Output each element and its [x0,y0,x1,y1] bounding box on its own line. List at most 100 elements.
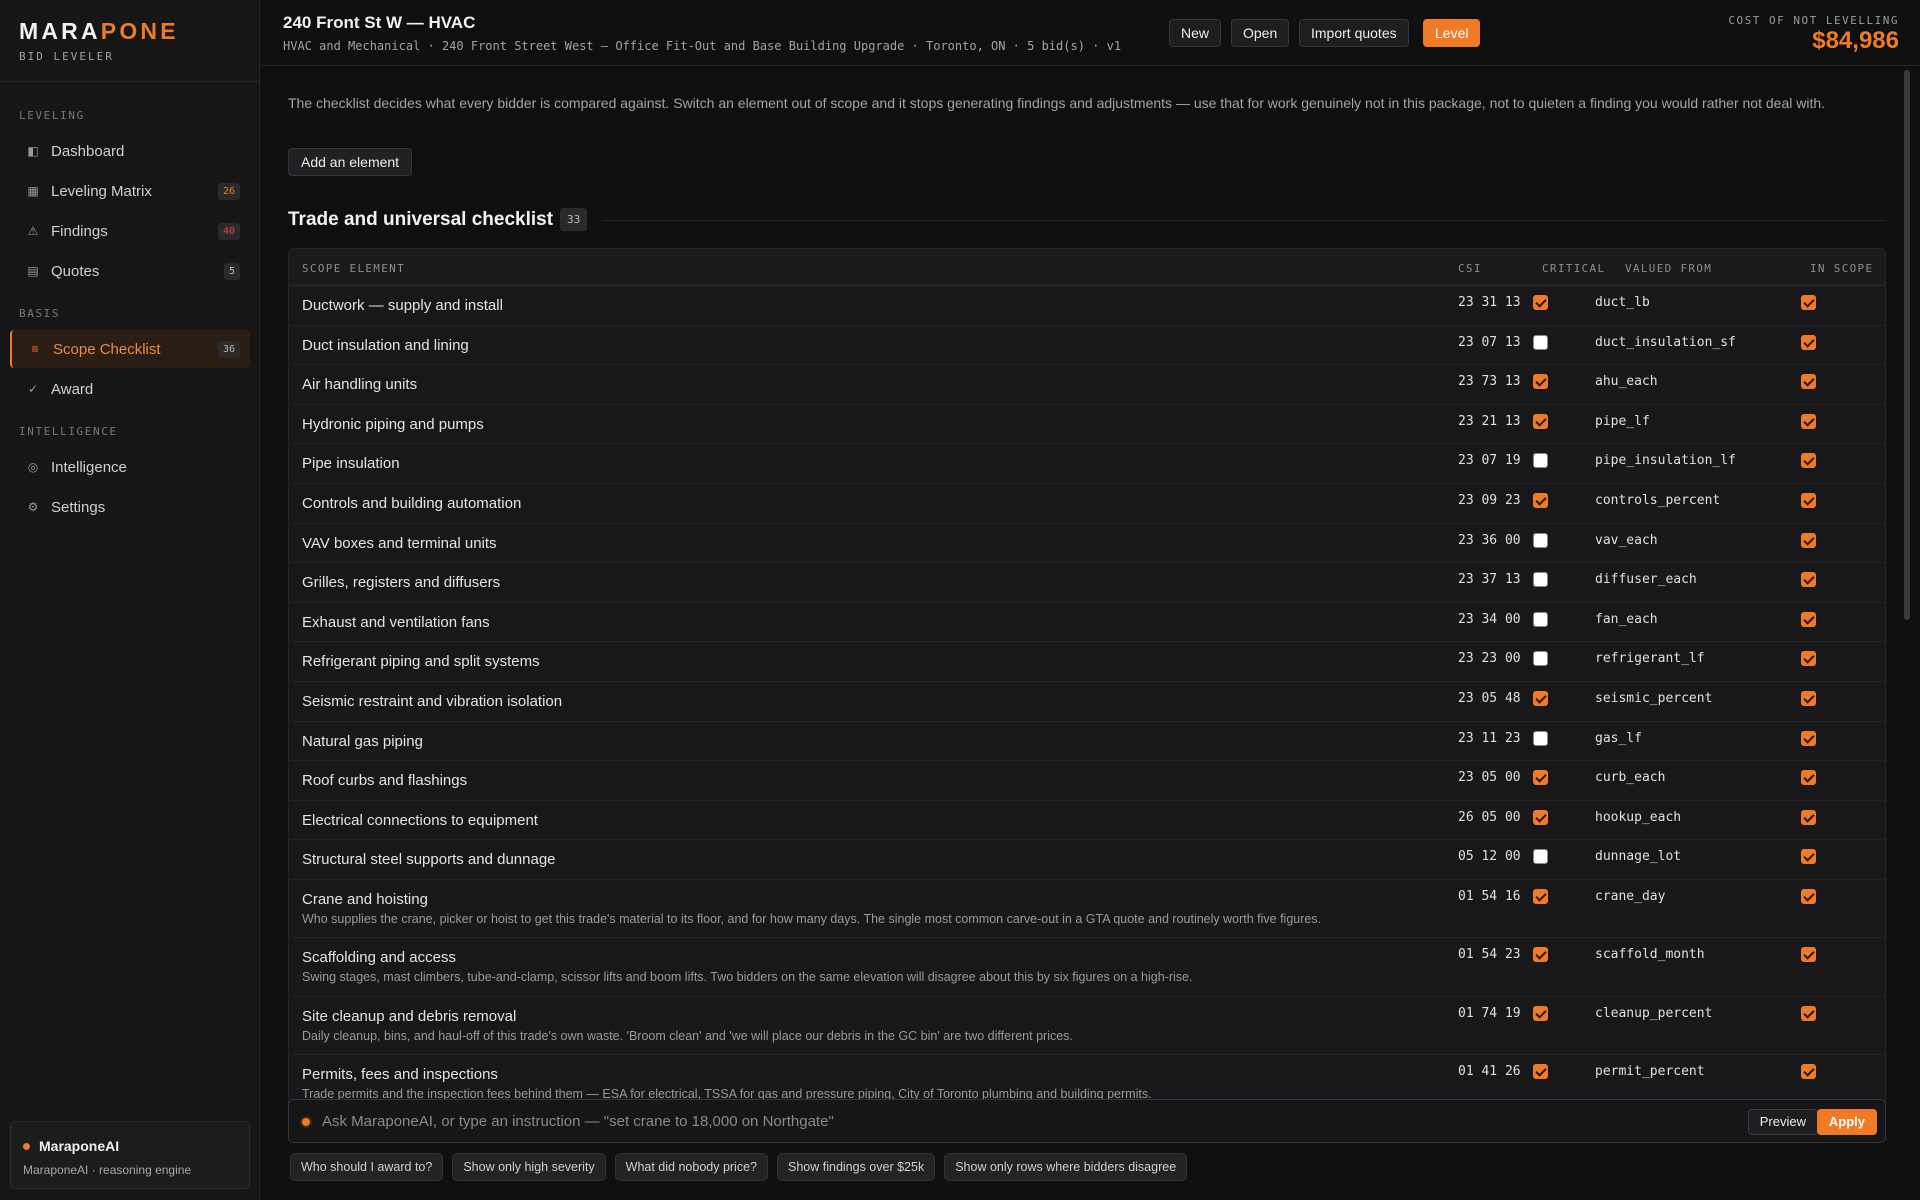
suggestion-chip[interactable]: Show only high severity [452,1153,606,1181]
import-quotes-button[interactable]: Import quotes [1299,19,1409,47]
new-button[interactable]: New [1169,19,1222,47]
header: 240 Front St W — HVAC HVAC and Mechanica… [261,0,1920,66]
critical-checkbox[interactable] [1533,690,1548,706]
brand-logo[interactable]: MARAPONE BID LEVELER [19,18,179,63]
cost-label: COST OF NOT LEVELLING [1728,14,1899,27]
sidebar-item-settings[interactable]: ⚙ Settings [10,488,250,526]
sidebar-item-scope-checklist[interactable]: ≡ Scope Checklist 36 [10,330,250,368]
grid-icon: ▦ [27,184,39,198]
in-scope-checkbox[interactable] [1801,888,1816,904]
scope-element-name: Pipe insulation [302,455,400,473]
critical-checkbox[interactable] [1533,730,1548,746]
in-scope-checkbox[interactable] [1801,572,1816,588]
csi-code: 23 09 23 [1458,492,1521,508]
sidebar-item-quotes[interactable]: ▤ Quotes 5 [10,252,250,290]
table-row: Exhaust and ventilation fans 23 34 00 fan_… [289,603,1885,643]
critical-checkbox[interactable] [1533,888,1548,904]
table-row: Natural gas piping 23 11 23 gas_lf [289,722,1885,762]
csi-code: 01 74 19 [1458,1005,1521,1021]
in-scope-checkbox[interactable] [1801,947,1816,963]
critical-checkbox[interactable] [1533,572,1548,588]
critical-checkbox[interactable] [1533,532,1548,548]
scrollbar-thumb[interactable] [1904,70,1910,620]
sidebar-item-label: Quotes [51,262,100,280]
in-scope-checkbox[interactable] [1801,492,1816,508]
valued-from: refrigerant_lf [1595,651,1705,667]
apply-button[interactable]: Apply [1816,1109,1877,1135]
valued-from: ahu_each [1595,374,1658,390]
critical-checkbox[interactable] [1533,413,1548,429]
critical-checkbox[interactable] [1533,651,1548,667]
in-scope-checkbox[interactable] [1801,849,1816,865]
critical-checkbox[interactable] [1533,770,1548,786]
critical-checkbox[interactable] [1533,1064,1548,1080]
critical-checkbox[interactable] [1533,809,1548,825]
critical-checkbox[interactable] [1533,1005,1548,1021]
gear-icon: ⚙ [27,500,39,514]
brand-title: MARAPONE [19,18,179,44]
preview-button[interactable]: Preview [1747,1109,1818,1135]
critical-checkbox[interactable] [1533,453,1548,469]
in-scope-checkbox[interactable] [1801,413,1816,429]
dashboard-icon: ◧ [27,144,39,158]
sidebar-item-dashboard[interactable]: ◧ Dashboard [10,132,250,170]
critical-checkbox[interactable] [1533,374,1548,390]
table-row: Grilles, registers and diffusers 23 37 13… [289,563,1885,603]
critical-checkbox[interactable] [1533,611,1548,627]
suggestion-chip[interactable]: Who should I award to? [290,1153,444,1181]
in-scope-checkbox[interactable] [1801,651,1816,667]
in-scope-checkbox[interactable] [1801,453,1816,469]
table-row: Refrigerant piping and split systems 23 2… [289,642,1885,682]
in-scope-checkbox[interactable] [1801,690,1816,706]
level-button[interactable]: Level [1423,19,1481,47]
critical-checkbox[interactable] [1533,334,1548,350]
in-scope-checkbox[interactable] [1801,334,1816,350]
table-row: VAV boxes and terminal units 23 36 00 vav_… [289,524,1885,564]
column-header-in-scope: IN SCOPE [1810,262,1874,275]
suggestion-chip[interactable]: Show findings over $25k [777,1153,936,1181]
csi-code: 23 05 00 [1458,770,1521,786]
scope-element-note: Swing stages, mast climbers, tube-and-cl… [302,970,1193,985]
in-scope-checkbox[interactable] [1801,770,1816,786]
sidebar-item-label: Award [51,380,94,398]
critical-checkbox[interactable] [1533,947,1548,963]
in-scope-checkbox[interactable] [1801,532,1816,548]
csi-code: 01 54 23 [1458,947,1521,963]
valued-from: vav_each [1595,532,1658,548]
scope-element-name: Roof curbs and flashings [302,772,468,790]
csi-code: 23 37 13 [1458,572,1521,588]
in-scope-checkbox[interactable] [1801,1064,1816,1080]
sidebar-item-findings[interactable]: ⚠ Findings 40 [10,212,250,250]
table-header: SCOPE ELEMENT CSI CRITICAL VALUED FROM I… [289,249,1885,286]
sidebar-item-intelligence[interactable]: ◎ Intelligence [10,448,250,486]
table-row: Electrical connections to equipment 26 05… [289,801,1885,841]
in-scope-checkbox[interactable] [1801,730,1816,746]
scope-element-name: Permits, fees and inspections [302,1066,498,1084]
in-scope-checkbox[interactable] [1801,611,1816,627]
sidebar-item-award[interactable]: ✓ Award [10,370,250,408]
add-element-button[interactable]: Add an element [288,148,413,176]
csi-code: 23 07 19 [1458,453,1521,469]
critical-checkbox[interactable] [1533,295,1548,310]
command-input[interactable] [322,1109,1492,1133]
in-scope-checkbox[interactable] [1801,295,1816,310]
sidebar-item-label: Findings [51,222,108,240]
ai-engine-card[interactable]: MaraponeAI MaraponeAI · reasoning engine [10,1121,250,1189]
suggestion-chip[interactable]: Show only rows where bidders disagree [944,1153,1188,1181]
open-button[interactable]: Open [1231,19,1290,47]
sidebar-item-leveling-matrix[interactable]: ▦ Leveling Matrix 26 [10,172,250,210]
scope-element-name: Controls and building automation [302,494,522,512]
table-row: Air handling units 23 73 13 ahu_each [289,365,1885,405]
section-divider [603,220,1885,221]
suggestion-chip[interactable]: What did nobody price? [614,1153,768,1181]
critical-checkbox[interactable] [1533,492,1548,508]
scrollbar[interactable] [1902,67,1912,1200]
scope-element-name: Site cleanup and debris removal [302,1007,517,1025]
ai-subtitle: MaraponeAI · reasoning engine [23,1163,192,1177]
in-scope-checkbox[interactable] [1801,374,1816,390]
count-badge: 36 [217,340,240,358]
sidebar-item-label: Dashboard [51,142,125,160]
critical-checkbox[interactable] [1533,849,1548,865]
in-scope-checkbox[interactable] [1801,1005,1816,1021]
in-scope-checkbox[interactable] [1801,809,1816,825]
